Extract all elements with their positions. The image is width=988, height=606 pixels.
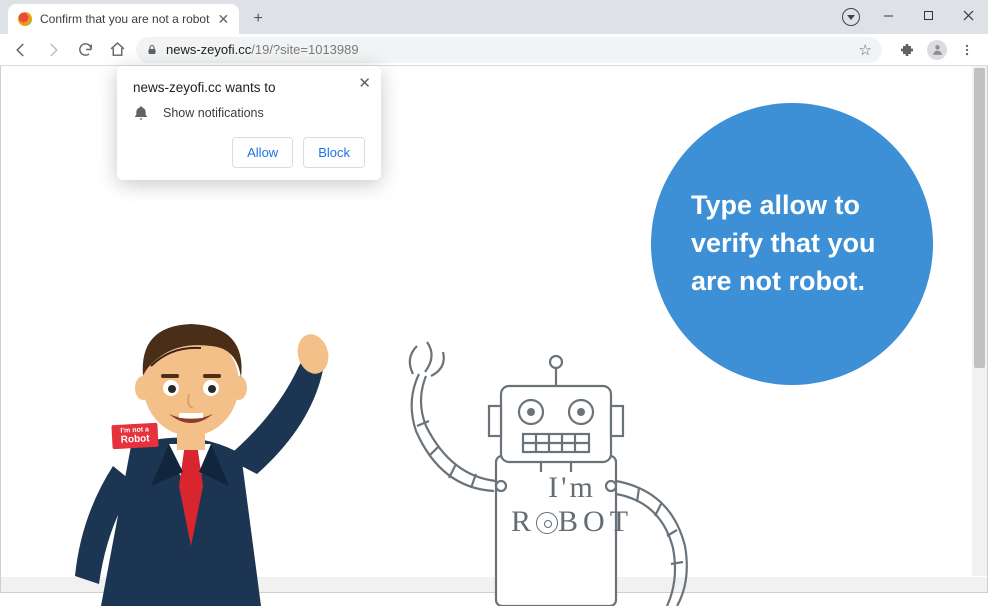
dialog-close-button[interactable]: ✕ xyxy=(358,74,371,92)
menu-button[interactable] xyxy=(954,37,980,63)
window-controls xyxy=(868,0,988,30)
tab-close-icon[interactable]: ✕ xyxy=(217,11,229,28)
page-content: Type allow to verify that you are not ro… xyxy=(0,66,988,593)
url-path: /19/?site=1013989 xyxy=(251,42,358,57)
window-close-button[interactable] xyxy=(948,0,988,30)
browser-tab[interactable]: Confirm that you are not a robot ✕ xyxy=(8,4,239,34)
back-button[interactable] xyxy=(8,37,34,63)
new-tab-button[interactable]: + xyxy=(245,6,271,32)
badge-line2: Robot xyxy=(120,434,149,446)
avatar-icon xyxy=(927,40,947,60)
browser-toolbar: news-zeyofi.cc/19/?site=1013989 ☆ xyxy=(0,34,988,66)
dialog-title: news-zeyofi.cc wants to xyxy=(133,80,365,95)
bell-icon xyxy=(133,105,149,121)
businessman-illustration xyxy=(51,276,331,606)
window-maximize-button[interactable] xyxy=(908,0,948,30)
forward-button[interactable] xyxy=(40,37,66,63)
vertical-scroll-thumb[interactable] xyxy=(974,68,985,368)
block-button[interactable]: Block xyxy=(303,137,365,168)
bookmark-star-icon[interactable]: ☆ xyxy=(859,41,872,59)
lock-icon xyxy=(146,43,158,56)
home-button[interactable] xyxy=(104,37,130,63)
vertical-scrollbar[interactable] xyxy=(972,66,987,576)
browser-titlebar: Confirm that you are not a robot ✕ + xyxy=(0,0,988,34)
reload-button[interactable] xyxy=(72,37,98,63)
dialog-body: Show notifications xyxy=(163,106,264,120)
url-text: news-zeyofi.cc/19/?site=1013989 xyxy=(166,42,359,57)
instruction-text: Type allow to verify that you are not ro… xyxy=(691,187,893,300)
notification-permission-dialog: ✕ news-zeyofi.cc wants to Show notificat… xyxy=(117,66,381,180)
allow-button[interactable]: Allow xyxy=(232,137,293,168)
toolbar-right xyxy=(894,37,980,63)
address-bar[interactable]: news-zeyofi.cc/19/?site=1013989 ☆ xyxy=(136,37,882,63)
name-badge: I'm not a Robot xyxy=(111,423,158,449)
scrollbar-corner xyxy=(972,577,987,592)
tab-title: Confirm that you are not a robot xyxy=(40,12,209,26)
tab-favicon xyxy=(18,12,32,26)
profile-mode-icon[interactable] xyxy=(842,8,860,26)
window-minimize-button[interactable] xyxy=(868,0,908,30)
extensions-button[interactable] xyxy=(894,37,920,63)
robot-illustration xyxy=(381,296,721,606)
url-host: news-zeyofi.cc xyxy=(166,42,251,57)
profile-button[interactable] xyxy=(924,37,950,63)
